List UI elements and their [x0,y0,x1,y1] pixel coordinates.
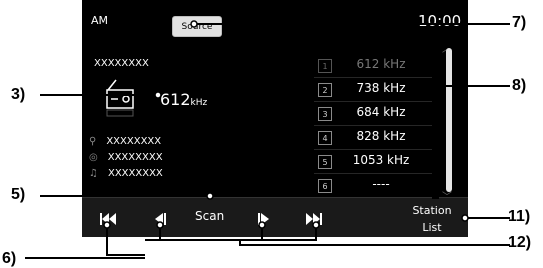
callout-5: 5) [11,186,26,203]
callout-3: 3) [11,86,26,103]
callout-12: 12) [508,234,532,251]
callout-11: 11) [508,208,531,225]
callout-6: 6) [2,250,17,267]
callout-lines [25,20,510,259]
callout-8: 8) [512,77,527,94]
callout-7: 7) [512,14,527,31]
